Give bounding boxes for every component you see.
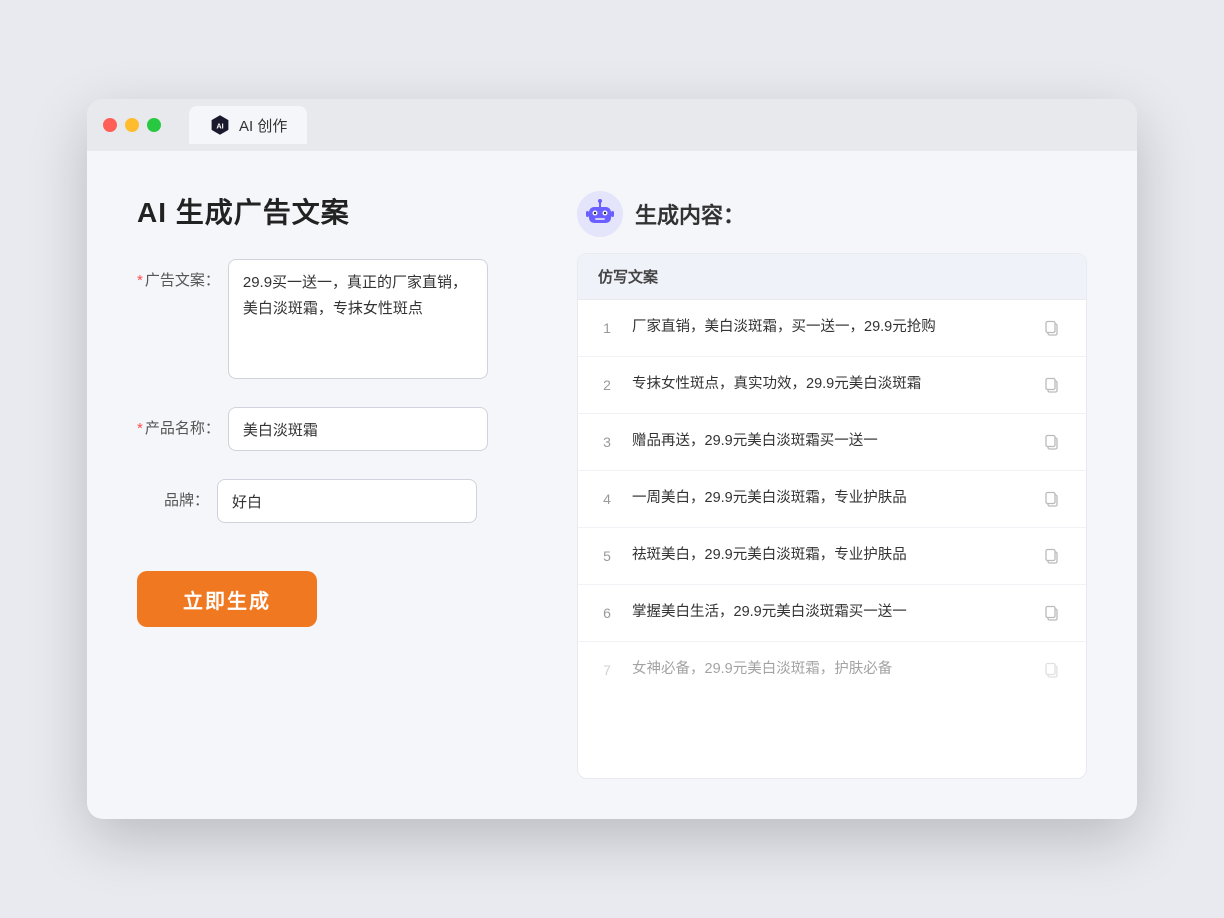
result-row-6: 6 掌握美白生活，29.9元美白淡斑霜买一送一 [578,585,1086,642]
result-row-3: 3 赠品再送，29.9元美白淡斑霜买一送一 [578,414,1086,471]
result-row-7: 7 女神必备，29.9元美白淡斑霜，护肤必备 [578,642,1086,698]
maximize-button[interactable] [147,118,161,132]
brand-group: 品牌： [137,479,517,523]
product-name-group: *产品名称： [137,407,517,451]
ad-copy-group: *广告文案： 29.9买一送一，真正的厂家直销，美白淡斑霜，专抹女性斑点 [137,259,517,379]
result-num-4: 4 [598,491,616,507]
ad-copy-label: *广告文案： [137,259,220,290]
copy-button-5[interactable] [1038,542,1066,570]
copy-button-2[interactable] [1038,371,1066,399]
page-title: AI 生成广告文案 [137,191,517,231]
result-table: 仿写文案 1 厂家直销，美白淡斑霜，买一送一，29.9元抢购 2 专抹女性斑点，… [577,253,1087,779]
result-text-2: 专抹女性斑点，真实功效，29.9元美白淡斑霜 [632,374,1022,396]
title-bar: AI AI 创作 [87,99,1137,151]
result-text-6: 掌握美白生活，29.9元美白淡斑霜买一送一 [632,602,1022,624]
close-button[interactable] [103,118,117,132]
result-text-5: 祛斑美白，29.9元美白淡斑霜，专业护肤品 [632,545,1022,567]
content-area: AI 生成广告文案 *广告文案： 29.9买一送一，真正的厂家直销，美白淡斑霜，… [87,151,1137,819]
result-column-header: 仿写文案 [578,254,1086,300]
copy-button-7[interactable] [1038,656,1066,684]
right-panel: 生成内容： 仿写文案 1 厂家直销，美白淡斑霜，买一送一，29.9元抢购 2 专… [577,191,1087,779]
result-text-3: 赠品再送，29.9元美白淡斑霜买一送一 [632,431,1022,453]
result-text-7: 女神必备，29.9元美白淡斑霜，护肤必备 [632,659,1022,681]
traffic-lights [103,118,161,132]
copy-button-1[interactable] [1038,314,1066,342]
result-row-4: 4 一周美白，29.9元美白淡斑霜，专业护肤品 [578,471,1086,528]
copy-button-3[interactable] [1038,428,1066,456]
result-title: 生成内容： [635,198,745,230]
copy-button-4[interactable] [1038,485,1066,513]
left-panel: AI 生成广告文案 *广告文案： 29.9买一送一，真正的厂家直销，美白淡斑霜，… [137,191,517,779]
result-text-4: 一周美白，29.9元美白淡斑霜，专业护肤品 [632,488,1022,510]
result-header: 生成内容： [577,191,1087,237]
result-num-6: 6 [598,605,616,621]
ad-copy-required: * [137,272,143,289]
ad-copy-input[interactable]: 29.9买一送一，真正的厂家直销，美白淡斑霜，专抹女性斑点 [228,259,488,379]
svg-text:AI: AI [216,122,223,131]
product-name-input[interactable] [228,407,488,451]
result-num-3: 3 [598,434,616,450]
result-row-2: 2 专抹女性斑点，真实功效，29.9元美白淡斑霜 [578,357,1086,414]
brand-label: 品牌： [137,479,209,510]
result-row-1: 1 厂家直销，美白淡斑霜，买一送一，29.9元抢购 [578,300,1086,357]
ai-tab[interactable]: AI AI 创作 [189,106,307,144]
result-num-5: 5 [598,548,616,564]
result-num-7: 7 [598,662,616,678]
tab-label: AI 创作 [239,115,287,136]
brand-input[interactable] [217,479,477,523]
result-row-5: 5 祛斑美白，29.9元美白淡斑霜，专业护肤品 [578,528,1086,585]
browser-window: AI AI 创作 AI 生成广告文案 *广告文案： 29.9买一送一，真正的厂家… [87,99,1137,819]
product-name-required: * [137,420,143,437]
ai-tab-icon: AI [209,114,231,136]
result-num-1: 1 [598,320,616,336]
generate-button[interactable]: 立即生成 [137,571,317,627]
robot-icon [577,191,623,237]
result-text-1: 厂家直销，美白淡斑霜，买一送一，29.9元抢购 [632,317,1022,339]
copy-button-6[interactable] [1038,599,1066,627]
product-name-label: *产品名称： [137,407,220,438]
minimize-button[interactable] [125,118,139,132]
result-num-2: 2 [598,377,616,393]
